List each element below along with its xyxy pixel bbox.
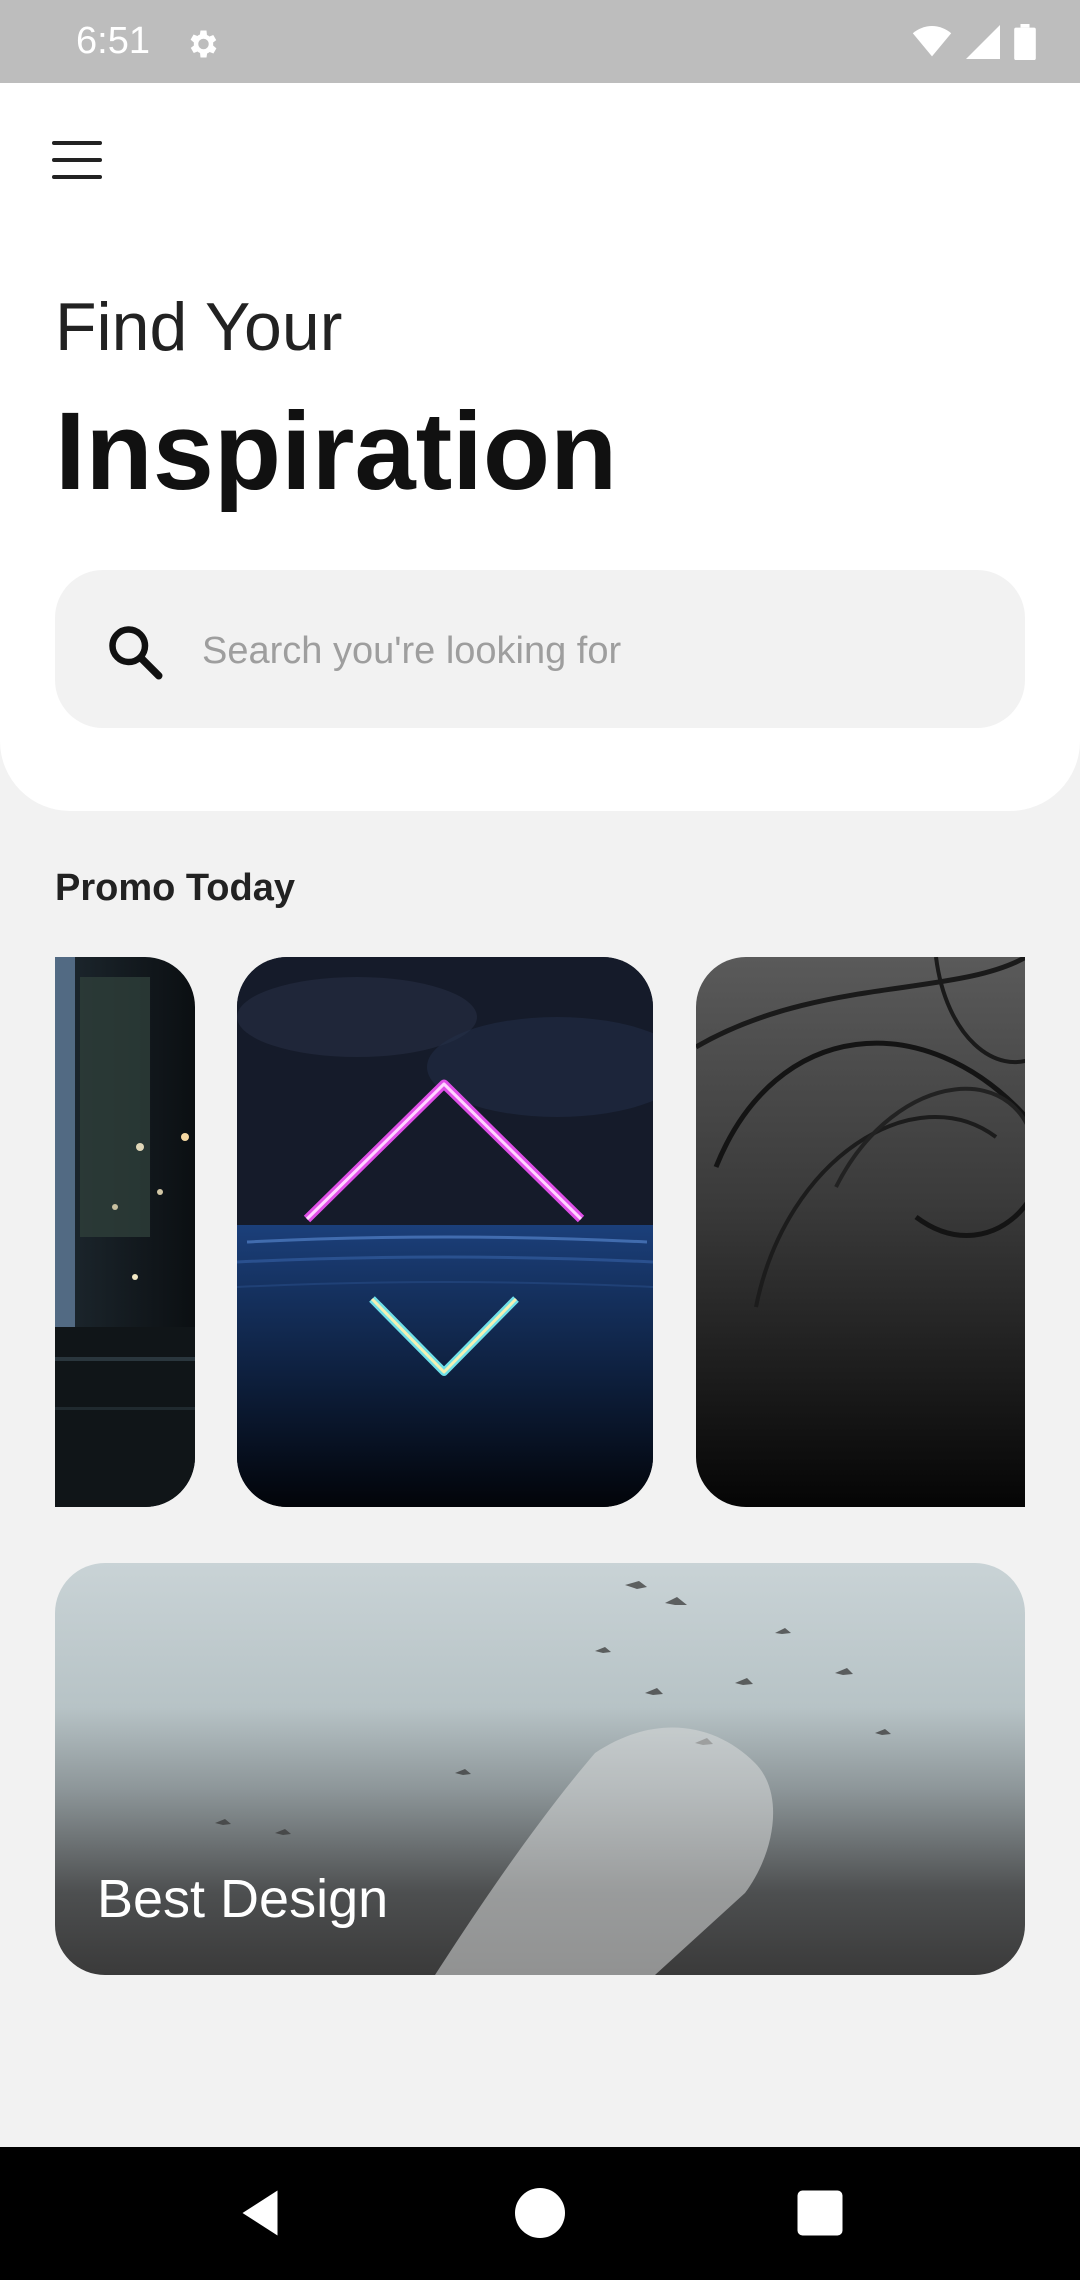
search-icon: [109, 626, 163, 680]
promo-card-city[interactable]: [55, 957, 195, 1507]
promo-carousel[interactable]: [55, 957, 1025, 1507]
best-design-title: Best Design: [97, 1869, 389, 1929]
header-sheet: Find Your Inspiration: [0, 83, 1080, 811]
page-title-prefix: Find Your: [55, 289, 343, 365]
best-design-card[interactable]: Best Design: [55, 1563, 1025, 1975]
gear-icon: [190, 30, 217, 58]
search-input[interactable]: [200, 610, 984, 692]
search-bar[interactable]: [55, 570, 1025, 728]
wifi-icon: [912, 26, 952, 57]
hamburger-menu-icon[interactable]: [48, 141, 108, 185]
back-triangle-icon[interactable]: [230, 2183, 290, 2243]
status-icons: [912, 24, 1036, 60]
promo-card-neon[interactable]: [237, 957, 653, 1507]
neon-diamond-image: [237, 957, 653, 1507]
home-circle-icon[interactable]: [510, 2183, 570, 2243]
system-nav-bar: [0, 2147, 1080, 2280]
page-title: Inspiration: [55, 390, 618, 513]
status-time: 6:51: [76, 20, 150, 62]
abstract-lines-image: [696, 957, 1025, 1308]
promo-section-title: Promo Today: [55, 867, 295, 909]
status-bar: 6:51: [0, 0, 1080, 83]
signal-icon: [966, 25, 1000, 59]
recents-square-icon[interactable]: [790, 2183, 850, 2243]
promo-card-abstract[interactable]: [696, 957, 1025, 1507]
battery-icon: [1014, 24, 1036, 60]
city-street-image: [55, 957, 195, 1507]
